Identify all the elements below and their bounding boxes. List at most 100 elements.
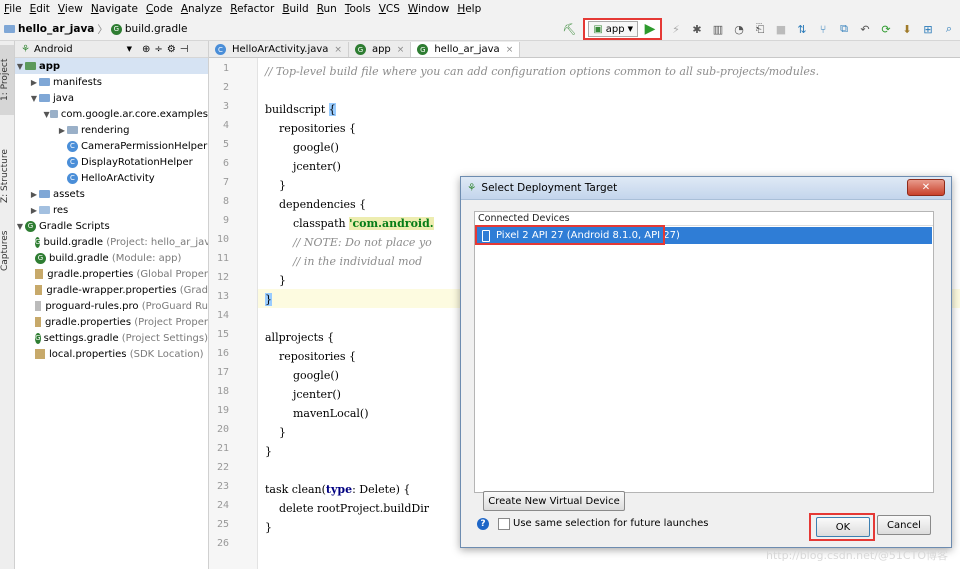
tree-item-package[interactable]: ▼ com.google.ar.core.examples bbox=[15, 106, 208, 122]
tree-item-gradle-scripts[interactable]: ▼ G Gradle Scripts bbox=[15, 218, 208, 234]
tree-item-assets[interactable]: ▶ assets bbox=[15, 186, 208, 202]
tree-item-hello-ar-activity[interactable]: C HelloArActivity bbox=[15, 170, 208, 186]
line-number: 19 bbox=[216, 405, 229, 416]
tab-hello-ar-activity[interactable]: C HelloArActivity.java × bbox=[209, 42, 349, 57]
folder-icon bbox=[4, 25, 15, 33]
code-line: } bbox=[265, 445, 272, 458]
folder-icon bbox=[39, 206, 50, 214]
tree-item-detail: (SDK Location) bbox=[129, 348, 204, 360]
ok-button[interactable]: OK bbox=[816, 517, 870, 537]
close-button[interactable]: ✕ bbox=[907, 179, 945, 196]
tree-item-label: res bbox=[53, 204, 69, 216]
gear-icon[interactable]: ⚙ bbox=[167, 44, 176, 55]
gradle-sync-icon[interactable]: ⟳ bbox=[879, 22, 893, 36]
tree-item-detail: (Project: hello_ar_jav bbox=[106, 236, 209, 248]
menu-edit[interactable]: Edit bbox=[26, 3, 54, 15]
gradle-icon: G bbox=[35, 236, 41, 248]
class-icon: C bbox=[215, 44, 226, 55]
tree-item-label: rendering bbox=[81, 124, 130, 136]
menu-bar: File Edit View Navigate Code Analyze Ref… bbox=[0, 0, 960, 18]
tree-item-app[interactable]: ▼ app bbox=[15, 58, 208, 74]
attach-debugger-icon[interactable]: ⎗ bbox=[753, 22, 767, 36]
gradle-icon: G bbox=[25, 220, 36, 232]
menu-file[interactable]: File bbox=[0, 3, 26, 15]
tree-item-manifests[interactable]: ▶ manifests bbox=[15, 74, 208, 90]
tree-item-build-gradle-project[interactable]: G build.gradle (Project: hello_ar_jav bbox=[15, 234, 208, 250]
captures-tool-tab[interactable]: Captures bbox=[0, 221, 14, 281]
menu-code[interactable]: Code bbox=[142, 3, 177, 15]
line-number: 17 bbox=[216, 367, 229, 378]
tree-item-res[interactable]: ▶ res bbox=[15, 202, 208, 218]
tree-item-gradle-wrapper-properties[interactable]: gradle-wrapper.properties (Grad bbox=[15, 282, 208, 298]
tree-item-gradle-properties-global[interactable]: gradle.properties (Global Proper bbox=[15, 266, 208, 282]
sdk-manager-icon[interactable]: ⬇ bbox=[900, 22, 914, 36]
stop-icon[interactable]: ■ bbox=[774, 22, 788, 36]
hide-icon[interactable]: ⊣ bbox=[180, 44, 189, 55]
sync-icon[interactable]: ⇅ bbox=[795, 22, 809, 36]
tree-item-display-rotation-helper[interactable]: C DisplayRotationHelper bbox=[15, 154, 208, 170]
close-icon[interactable]: × bbox=[334, 45, 342, 55]
run-config-select[interactable]: ▣ app ▼ bbox=[588, 21, 638, 37]
breadcrumb-file[interactable]: build.gradle bbox=[125, 23, 188, 35]
main-toolbar: ⛏ ▣ app ▼ ▶ ⚡ ✱ ▥ ◔ ⎗ ■ ⇅ ⑂ ⧉ ↶ ⟳ ⬇ ⊞ ⌕ bbox=[562, 18, 956, 40]
structure-tool-tab[interactable]: Z: Structure bbox=[0, 141, 14, 211]
menu-run[interactable]: Run bbox=[313, 3, 341, 15]
tree-item-label: DisplayRotationHelper bbox=[81, 156, 193, 168]
collapse-icon[interactable]: ÷ bbox=[154, 44, 162, 55]
properties-file-icon bbox=[35, 349, 45, 359]
folder-icon bbox=[39, 94, 50, 102]
hammer-build-icon[interactable]: ⛏ bbox=[562, 22, 576, 36]
code-line: google() bbox=[265, 141, 339, 154]
menu-refactor[interactable]: Refactor bbox=[226, 3, 278, 15]
avd-manager-icon[interactable]: ⊞ bbox=[921, 22, 935, 36]
debug-icon[interactable]: ✱ bbox=[690, 22, 704, 36]
view-mode-select[interactable]: Android bbox=[34, 44, 73, 55]
same-selection-label[interactable]: Use same selection for future launches bbox=[513, 518, 708, 529]
help-icon[interactable]: ? bbox=[477, 518, 489, 530]
tab-app[interactable]: G app × bbox=[349, 42, 412, 57]
layout-icon[interactable]: ⧉ bbox=[837, 22, 851, 36]
tab-hello-ar-java[interactable]: G hello_ar_java × bbox=[411, 42, 521, 57]
tree-item-camera-permission-helper[interactable]: C CameraPermissionHelper bbox=[15, 138, 208, 154]
tree-item-build-gradle-module[interactable]: G build.gradle (Module: app) bbox=[15, 250, 208, 266]
gradle-icon: G bbox=[35, 332, 41, 344]
structure-icon[interactable]: ⑂ bbox=[816, 22, 830, 36]
menu-vcs[interactable]: VCS bbox=[375, 3, 404, 15]
tree-item-rendering[interactable]: ▶ rendering bbox=[15, 122, 208, 138]
run-icon[interactable]: ▶ bbox=[643, 21, 657, 37]
coverage-icon[interactable]: ▥ bbox=[711, 22, 725, 36]
close-icon[interactable]: × bbox=[397, 45, 405, 55]
gradle-icon: G bbox=[35, 252, 46, 264]
tree-item-java[interactable]: ▼ java bbox=[15, 90, 208, 106]
tree-item-settings-gradle[interactable]: G settings.gradle (Project Settings) bbox=[15, 330, 208, 346]
same-selection-checkbox[interactable] bbox=[498, 518, 510, 530]
cancel-button[interactable]: Cancel bbox=[877, 515, 931, 535]
project-tool-tab[interactable]: 1: Project bbox=[0, 45, 14, 115]
menu-navigate[interactable]: Navigate bbox=[87, 3, 142, 15]
apply-changes-icon[interactable]: ⚡ bbox=[669, 22, 683, 36]
class-icon: C bbox=[67, 172, 78, 184]
breadcrumb-project[interactable]: hello_ar_java bbox=[18, 23, 94, 35]
tree-item-local-properties[interactable]: local.properties (SDK Location) bbox=[15, 346, 208, 362]
create-virtual-device-button[interactable]: Create New Virtual Device bbox=[483, 491, 625, 511]
breadcrumb: hello_ar_java 〉 G build.gradle bbox=[0, 22, 188, 37]
tree-item-gradle-properties-project[interactable]: gradle.properties (Project Proper bbox=[15, 314, 208, 330]
close-icon[interactable]: × bbox=[506, 45, 514, 55]
undo-icon[interactable]: ↶ bbox=[858, 22, 872, 36]
line-number: 6 bbox=[222, 158, 229, 169]
android-icon: ⚘ bbox=[21, 43, 30, 55]
menu-help[interactable]: Help bbox=[453, 3, 485, 15]
menu-build[interactable]: Build bbox=[278, 3, 312, 15]
settings-target-icon[interactable]: ⊕ bbox=[142, 44, 150, 55]
tree-item-proguard-rules[interactable]: proguard-rules.pro (ProGuard Ru bbox=[15, 298, 208, 314]
menu-tools[interactable]: Tools bbox=[341, 3, 375, 15]
menu-window[interactable]: Window bbox=[404, 3, 453, 15]
search-icon[interactable]: ⌕ bbox=[942, 22, 956, 36]
profile-icon[interactable]: ◔ bbox=[732, 22, 746, 36]
gradle-icon: G bbox=[417, 44, 429, 55]
tree-item-label: proguard-rules.pro bbox=[45, 300, 139, 312]
menu-analyze[interactable]: Analyze bbox=[177, 3, 226, 15]
tree-item-label: Gradle Scripts bbox=[39, 220, 110, 232]
menu-view[interactable]: View bbox=[54, 3, 87, 15]
chevron-down-icon[interactable]: ▼ bbox=[127, 45, 132, 53]
